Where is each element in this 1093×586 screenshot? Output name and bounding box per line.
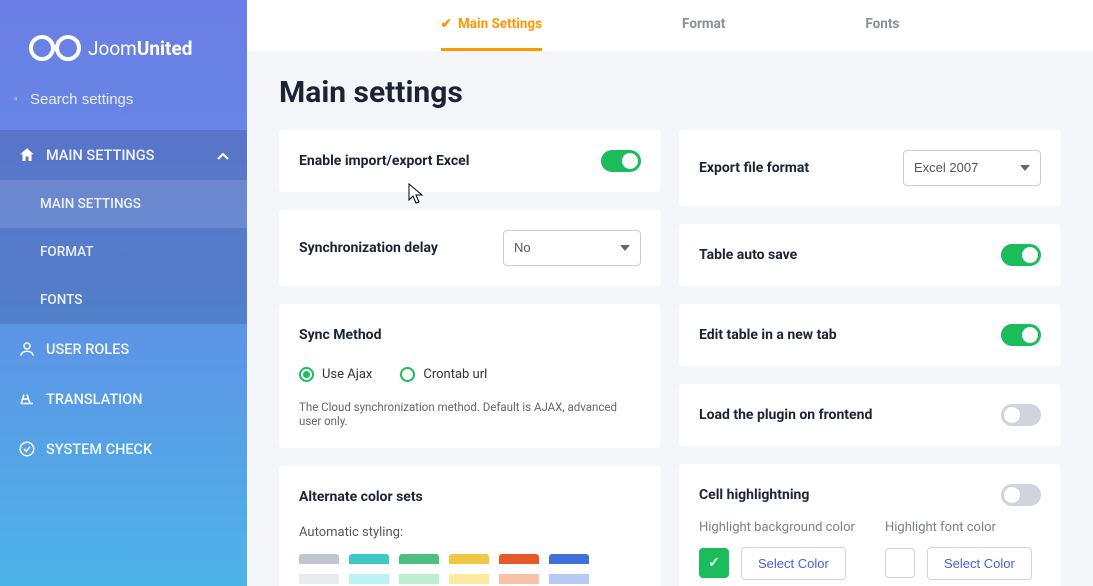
toggle-auto-save[interactable]: [1001, 244, 1041, 266]
label-load-frontend: Load the plugin on frontend: [699, 407, 872, 423]
swatch-5[interactable]: [549, 554, 589, 586]
subnav-format[interactable]: FORMAT: [0, 228, 247, 276]
nav: MAIN SETTINGS MAIN SETTINGS FORMAT FONTS…: [0, 130, 247, 474]
sublabel-auto-styling: Automatic styling:: [299, 525, 641, 540]
radio-icon: [400, 367, 415, 382]
nav-system-check[interactable]: SYSTEM CHECK: [0, 424, 247, 474]
main: ✔Main Settings Format Fonts Main setting…: [247, 0, 1093, 586]
search-icon: [14, 90, 18, 108]
subnav-fonts[interactable]: FONTS: [0, 276, 247, 324]
label-sync-method: Sync Method: [299, 327, 381, 343]
content: Main settings Enable import/export Excel…: [247, 51, 1093, 586]
swatch-0[interactable]: [299, 554, 339, 586]
logo-text: JoomUnited: [88, 37, 192, 60]
select-export-format[interactable]: Excel 2007: [903, 150, 1041, 186]
swatch-1[interactable]: [349, 554, 389, 586]
select-bg-color-button[interactable]: Select Color: [741, 547, 846, 580]
card-alt-colors: Alternate color sets Automatic styling:: [279, 466, 661, 586]
nav-main-settings[interactable]: MAIN SETTINGS: [0, 130, 247, 180]
label-font-color: Highlight font color: [885, 520, 1041, 535]
toggle-new-tab[interactable]: [1001, 324, 1041, 346]
swatches: [299, 554, 641, 586]
card-highlight: Cell highlightning Highlight background …: [679, 464, 1061, 586]
label-export-format: Export file format: [699, 160, 809, 176]
tabs: ✔Main Settings Format Fonts: [247, 0, 1093, 51]
select-font-color-button[interactable]: Select Color: [927, 547, 1032, 580]
label-new-tab: Edit table in a new tab: [699, 327, 837, 343]
nav-label: MAIN SETTINGS: [46, 147, 154, 164]
translation-icon: [18, 390, 36, 408]
search-wrap: [0, 90, 247, 130]
check-icon: ✔: [441, 16, 452, 32]
label-bg-color: Highlight background color: [699, 520, 855, 535]
card-sync-delay: Synchronization delay No: [279, 210, 661, 286]
chevron-up-icon: [217, 147, 229, 164]
user-icon: [18, 340, 36, 358]
nav-label: USER ROLES: [46, 341, 129, 358]
sub-nav: MAIN SETTINGS FORMAT FONTS: [0, 180, 247, 324]
swatch-2[interactable]: [399, 554, 439, 586]
sidebar: JoomUnited MAIN SETTINGS MAIN SETTINGS F…: [0, 0, 247, 586]
label-alt-colors: Alternate color sets: [299, 489, 423, 505]
help-sync-method: The Cloud synchronization method. Defaul…: [299, 400, 641, 428]
toggle-load-frontend[interactable]: [1001, 404, 1041, 426]
card-sync-method: Sync Method Use Ajax Crontab url The Clo…: [279, 304, 661, 448]
toggle-highlight[interactable]: [1001, 484, 1041, 506]
nav-user-roles[interactable]: USER ROLES: [0, 324, 247, 374]
tab-fonts[interactable]: Fonts: [865, 0, 899, 51]
nav-label: SYSTEM CHECK: [46, 441, 152, 458]
label-highlight: Cell highlightning: [699, 487, 809, 503]
swatch-4[interactable]: [499, 554, 539, 586]
select-sync-delay[interactable]: No: [503, 230, 641, 266]
radio-crontab[interactable]: Crontab url: [400, 367, 487, 382]
label-enable-excel: Enable import/export Excel: [299, 153, 469, 169]
check-circle-icon: [18, 440, 36, 458]
swatch-3[interactable]: [449, 554, 489, 586]
home-icon: [18, 146, 36, 164]
nav-translation[interactable]: TRANSLATION: [0, 374, 247, 424]
search-input[interactable]: [30, 91, 229, 108]
tab-format[interactable]: Format: [682, 0, 725, 51]
tab-main-settings[interactable]: ✔Main Settings: [441, 0, 542, 51]
card-load-frontend: Load the plugin on frontend: [679, 384, 1061, 446]
logo: JoomUnited: [0, 0, 247, 90]
label-auto-save: Table auto save: [699, 247, 797, 263]
card-export-format: Export file format Excel 2007: [679, 130, 1061, 206]
subnav-main-settings[interactable]: MAIN SETTINGS: [0, 180, 247, 228]
logo-icon: [28, 30, 82, 66]
color-box-bg[interactable]: ✓: [699, 548, 729, 578]
check-icon: ✓: [708, 555, 720, 571]
card-auto-save: Table auto save: [679, 224, 1061, 286]
card-new-tab: Edit table in a new tab: [679, 304, 1061, 366]
settings-grid: Enable import/export Excel Synchronizati…: [279, 130, 1061, 586]
page-title: Main settings: [279, 75, 1061, 110]
toggle-enable-excel[interactable]: [601, 150, 641, 172]
nav-label: TRANSLATION: [46, 391, 143, 408]
card-enable-excel: Enable import/export Excel: [279, 130, 661, 192]
label-sync-delay: Synchronization delay: [299, 240, 438, 256]
radio-use-ajax[interactable]: Use Ajax: [299, 367, 372, 382]
radio-icon: [299, 367, 314, 382]
color-box-font[interactable]: [885, 548, 915, 578]
